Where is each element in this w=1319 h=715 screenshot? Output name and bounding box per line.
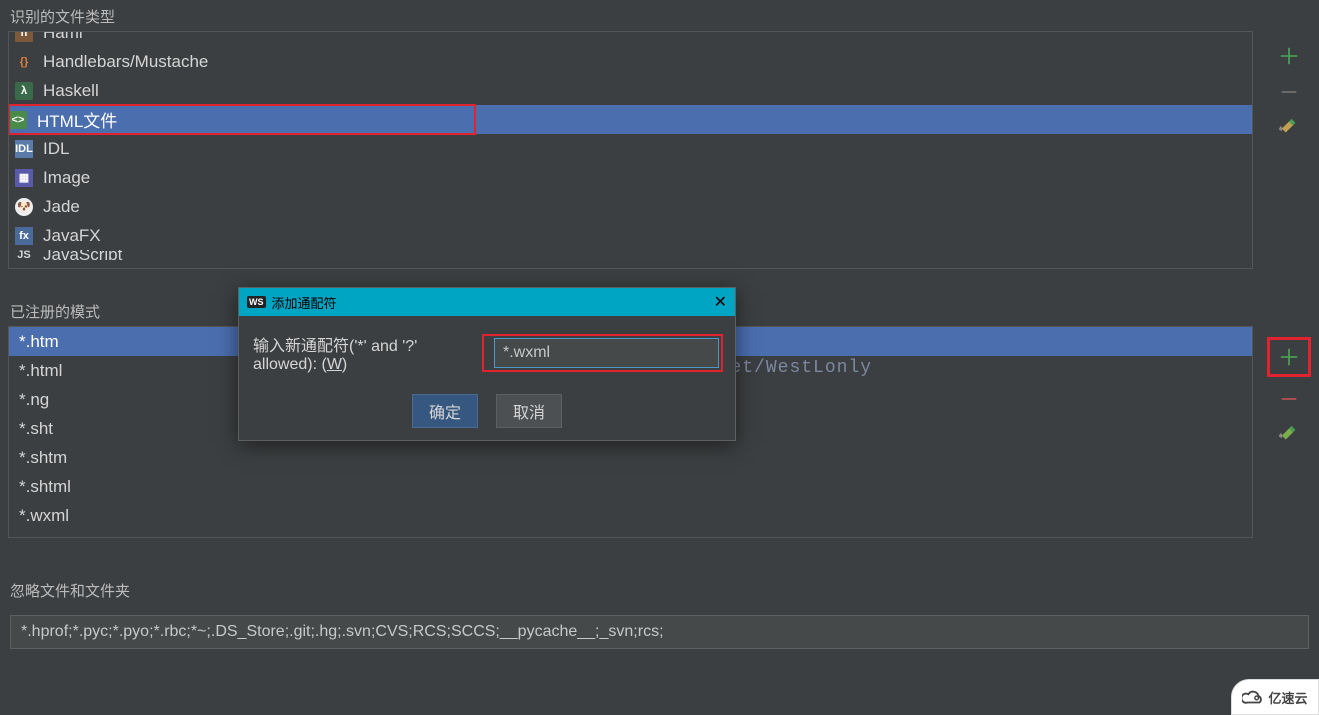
pattern-label: *.ng bbox=[19, 390, 49, 410]
file-type-row[interactable]: ▦ Image bbox=[9, 163, 1252, 192]
pattern-label: *.shtm bbox=[19, 448, 67, 468]
file-type-row[interactable]: 🐶 Jade bbox=[9, 192, 1252, 221]
pattern-label: *.sht bbox=[19, 419, 53, 439]
file-type-label: Image bbox=[43, 168, 90, 188]
add-pattern-red-highlight bbox=[1270, 340, 1308, 374]
cancel-button[interactable]: 取消 bbox=[496, 394, 562, 428]
edit-file-type-button[interactable] bbox=[1278, 117, 1300, 139]
dialog-titlebar[interactable]: WS 添加通配符 ✕ bbox=[239, 288, 735, 316]
file-type-label: JavaFX bbox=[43, 226, 101, 246]
ignore-label: 忽略文件和文件夹 bbox=[0, 574, 1319, 605]
edit-pattern-button[interactable] bbox=[1278, 424, 1300, 446]
img-file-icon: ▦ bbox=[15, 169, 33, 187]
close-icon[interactable]: ✕ bbox=[714, 292, 727, 312]
h-file-icon: h bbox=[15, 32, 33, 42]
vendor-badge[interactable]: 亿速云 bbox=[1231, 679, 1319, 715]
add-wildcard-dialog: WS 添加通配符 ✕ 输入新通配符('*' and '?' allowed): … bbox=[238, 287, 736, 441]
file-type-row[interactable]: IDL IDL bbox=[9, 134, 1252, 163]
remove-pattern-button[interactable] bbox=[1278, 388, 1300, 410]
file-type-row[interactable]: JS JavaScript bbox=[9, 250, 1252, 260]
file-type-label: IDL bbox=[43, 139, 69, 159]
file-type-label: JavaScript bbox=[43, 250, 122, 260]
html-file-icon: <> bbox=[9, 111, 27, 129]
pattern-label: *.html bbox=[19, 361, 62, 381]
file-type-label: Haml bbox=[43, 32, 83, 43]
file-types-list[interactable]: h Haml {} Handlebars/Mustache λ Haskell <> HTML… bbox=[8, 31, 1253, 269]
file-type-row[interactable]: fx JavaFX bbox=[9, 221, 1252, 250]
dialog-input-label: 输入新通配符('*' and '?' allowed): (W) bbox=[253, 332, 468, 374]
file-type-label: Handlebars/Mustache bbox=[43, 52, 208, 72]
dialog-input-highlight bbox=[484, 336, 721, 370]
jfx-file-icon: fx bbox=[15, 227, 33, 245]
add-pattern-button[interactable] bbox=[1278, 346, 1300, 368]
hs-file-icon: λ bbox=[15, 82, 33, 100]
pattern-row[interactable]: *.shtm bbox=[9, 443, 1252, 472]
ignore-patterns-input[interactable] bbox=[10, 615, 1309, 649]
idl-file-icon: IDL bbox=[15, 140, 33, 158]
file-type-label: Haskell bbox=[43, 81, 99, 101]
add-file-type-button[interactable] bbox=[1278, 45, 1300, 67]
file-type-label: Jade bbox=[43, 197, 80, 217]
remove-file-type-button[interactable] bbox=[1278, 81, 1300, 103]
pattern-label: *.htm bbox=[19, 332, 59, 352]
ok-button[interactable]: 确定 bbox=[412, 394, 478, 428]
file-type-row[interactable]: λ Haskell bbox=[9, 76, 1252, 105]
file-types-label: 识别的文件类型 bbox=[0, 0, 1319, 31]
file-type-label: HTML文件 bbox=[37, 107, 117, 132]
file-type-row[interactable]: h Haml bbox=[9, 32, 1252, 47]
hb-file-icon: {} bbox=[15, 53, 33, 71]
jade-file-icon: 🐶 bbox=[15, 198, 33, 216]
file-type-row[interactable]: <> HTML文件 bbox=[9, 105, 1252, 134]
app-icon: WS bbox=[247, 296, 266, 308]
file-type-row[interactable]: {} Handlebars/Mustache bbox=[9, 47, 1252, 76]
js-file-icon: JS bbox=[15, 250, 33, 260]
pattern-row[interactable]: *.shtml bbox=[9, 472, 1252, 501]
pattern-row[interactable]: *.wxml bbox=[9, 501, 1252, 530]
pattern-label: *.wxml bbox=[19, 506, 69, 526]
pattern-label: *.shtml bbox=[19, 477, 71, 497]
dialog-title: 添加通配符 bbox=[272, 293, 337, 312]
wildcard-input[interactable] bbox=[494, 338, 719, 368]
